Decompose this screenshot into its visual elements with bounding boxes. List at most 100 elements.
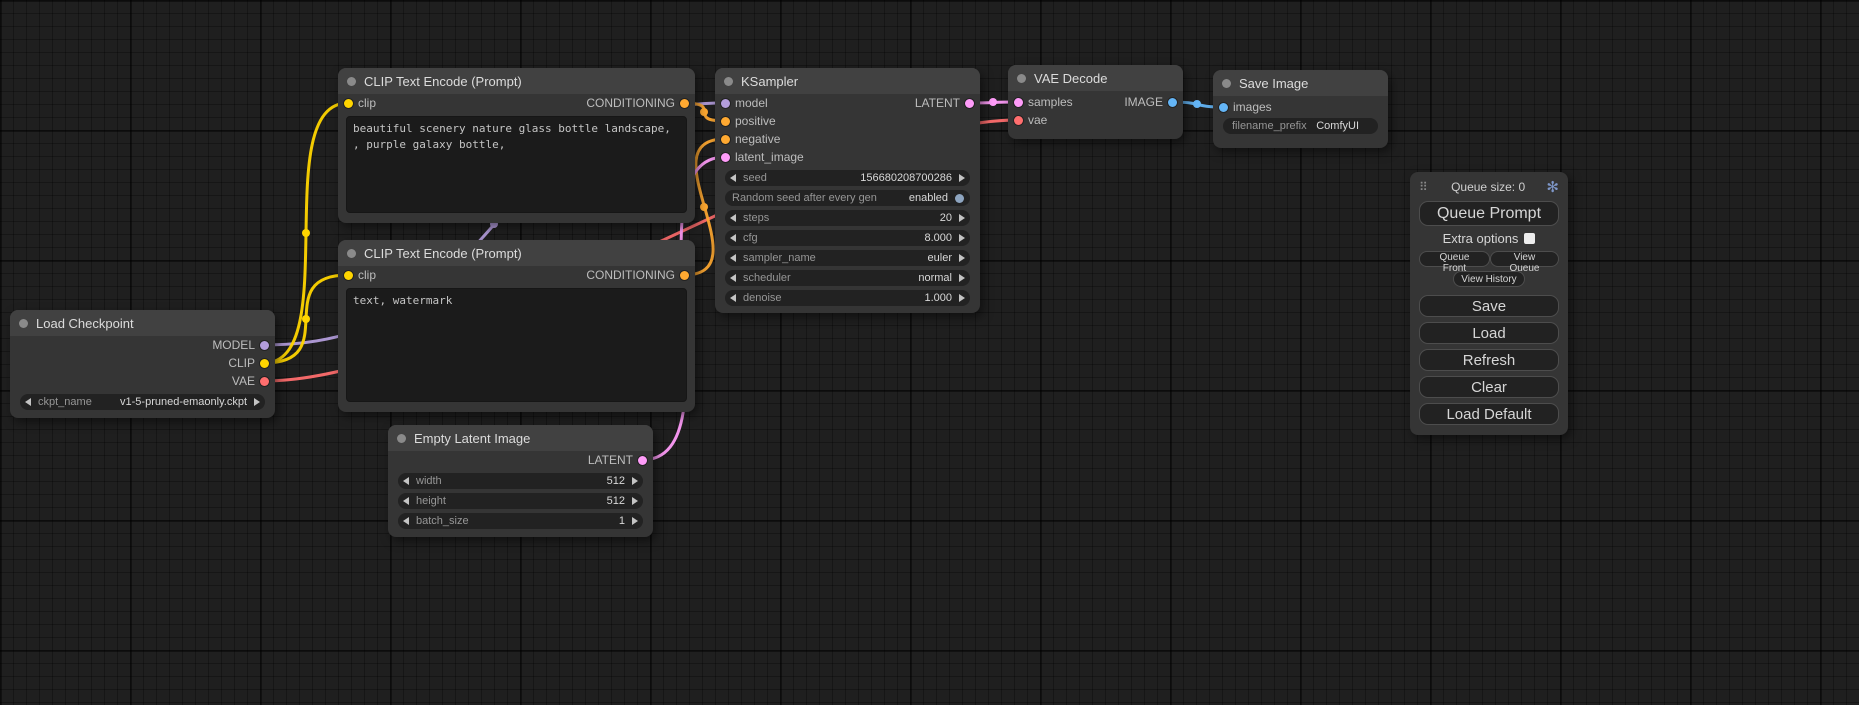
next-arrow-icon[interactable]	[959, 254, 965, 262]
load-button[interactable]: Load	[1419, 322, 1559, 344]
widget-label: steps	[743, 212, 769, 224]
settings-gear-icon[interactable]: ✻	[1546, 178, 1559, 196]
increment-arrow-icon[interactable]	[959, 234, 965, 242]
slot-latent-output[interactable]	[965, 99, 974, 108]
widget-label: scheduler	[743, 272, 791, 284]
negative-prompt-input[interactable]: text, watermark	[346, 288, 687, 402]
clear-button[interactable]: Clear	[1419, 376, 1559, 398]
queue-front-button[interactable]: Queue Front	[1419, 251, 1490, 267]
batch-size-widget[interactable]: batch_size 1	[398, 513, 643, 529]
widget-label: filename_prefix	[1232, 120, 1307, 132]
widget-value: 20	[940, 212, 952, 224]
cfg-widget[interactable]: cfg 8.000	[725, 230, 970, 246]
node-title-bar[interactable]: Load Checkpoint	[10, 310, 275, 336]
decrement-arrow-icon[interactable]	[403, 497, 409, 505]
prev-arrow-icon[interactable]	[730, 254, 736, 262]
slot-clip-input[interactable]	[344, 271, 353, 280]
increment-arrow-icon[interactable]	[632, 477, 638, 485]
collapse-dot-icon[interactable]	[347, 249, 356, 258]
drag-handle-icon[interactable]: ⠿	[1419, 180, 1428, 194]
height-widget[interactable]: height 512	[398, 493, 643, 509]
toggle-dot-icon[interactable]	[955, 194, 964, 203]
increment-arrow-icon[interactable]	[632, 517, 638, 525]
slot-images-input[interactable]	[1219, 103, 1228, 112]
node-clip-text-encode-positive[interactable]: CLIP Text Encode (Prompt) clip CONDITION…	[338, 68, 695, 223]
next-arrow-icon[interactable]	[959, 274, 965, 282]
prev-arrow-icon[interactable]	[25, 398, 31, 406]
collapse-dot-icon[interactable]	[1017, 74, 1026, 83]
node-save-image[interactable]: Save Image images filename_prefix ComfyU…	[1213, 70, 1388, 148]
slot-model-input[interactable]	[721, 99, 730, 108]
slot-vae-output[interactable]	[260, 377, 269, 386]
node-title-bar[interactable]: Save Image	[1213, 70, 1388, 96]
node-title-bar[interactable]: Empty Latent Image	[388, 425, 653, 451]
input-label: latent_image	[735, 150, 804, 164]
random-seed-toggle[interactable]: Random seed after every gen enabled	[725, 190, 970, 206]
width-widget[interactable]: width 512	[398, 473, 643, 489]
refresh-button[interactable]: Refresh	[1419, 349, 1559, 371]
load-default-button[interactable]: Load Default	[1419, 403, 1559, 425]
queue-menu-panel[interactable]: ⠿ Queue size: 0 ✻ Queue Prompt Extra opt…	[1410, 172, 1568, 435]
decrement-arrow-icon[interactable]	[403, 477, 409, 485]
node-vae-decode[interactable]: VAE Decode samples IMAGE vae	[1008, 65, 1183, 139]
node-title-bar[interactable]: CLIP Text Encode (Prompt)	[338, 68, 695, 94]
slot-latent-image-input[interactable]	[721, 153, 730, 162]
node-load-checkpoint[interactable]: Load Checkpoint MODEL CLIP VAE ckpt_name…	[10, 310, 275, 418]
decrement-arrow-icon[interactable]	[730, 234, 736, 242]
decrement-arrow-icon[interactable]	[730, 294, 736, 302]
increment-arrow-icon[interactable]	[959, 214, 965, 222]
decrement-arrow-icon[interactable]	[730, 174, 736, 182]
node-clip-text-encode-negative[interactable]: CLIP Text Encode (Prompt) clip CONDITION…	[338, 240, 695, 412]
steps-widget[interactable]: steps 20	[725, 210, 970, 226]
wire-midpoint-dot	[302, 229, 310, 237]
slot-clip-input[interactable]	[344, 99, 353, 108]
next-arrow-icon[interactable]	[254, 398, 260, 406]
slot-negative-input[interactable]	[721, 135, 730, 144]
node-title-bar[interactable]: CLIP Text Encode (Prompt)	[338, 240, 695, 266]
collapse-dot-icon[interactable]	[724, 77, 733, 86]
collapse-dot-icon[interactable]	[19, 319, 28, 328]
extra-options-checkbox[interactable]	[1524, 233, 1535, 244]
filename-prefix-widget[interactable]: filename_prefix ComfyUI	[1223, 118, 1378, 134]
slot-clip-output[interactable]	[260, 359, 269, 368]
output-label: IMAGE	[1124, 95, 1163, 109]
collapse-dot-icon[interactable]	[347, 77, 356, 86]
slot-positive-input[interactable]	[721, 117, 730, 126]
increment-arrow-icon[interactable]	[959, 294, 965, 302]
node-ksampler[interactable]: KSampler model LATENT positive negative …	[715, 68, 980, 313]
widget-value: 1.000	[924, 292, 952, 304]
prev-arrow-icon[interactable]	[730, 274, 736, 282]
widget-value: 512	[607, 475, 625, 487]
node-empty-latent-image[interactable]: Empty Latent Image LATENT width 512 heig…	[388, 425, 653, 537]
output-label: MODEL	[212, 338, 255, 352]
slot-samples-input[interactable]	[1014, 98, 1023, 107]
slot-vae-input[interactable]	[1014, 116, 1023, 125]
scheduler-widget[interactable]: scheduler normal	[725, 270, 970, 286]
save-button[interactable]: Save	[1419, 295, 1559, 317]
seed-widget[interactable]: seed 156680208700286	[725, 170, 970, 186]
slot-latent-output[interactable]	[638, 456, 647, 465]
queue-prompt-button[interactable]: Queue Prompt	[1419, 201, 1559, 226]
decrement-arrow-icon[interactable]	[403, 517, 409, 525]
decrement-arrow-icon[interactable]	[730, 214, 736, 222]
view-queue-button[interactable]: View Queue	[1490, 251, 1559, 267]
denoise-widget[interactable]: denoise 1.000	[725, 290, 970, 306]
slot-conditioning-output[interactable]	[680, 271, 689, 280]
widget-value: 8.000	[924, 232, 952, 244]
increment-arrow-icon[interactable]	[959, 174, 965, 182]
slot-model-output[interactable]	[260, 341, 269, 350]
collapse-dot-icon[interactable]	[1222, 79, 1231, 88]
slot-conditioning-output[interactable]	[680, 99, 689, 108]
ckpt-name-widget[interactable]: ckpt_name v1-5-pruned-emaonly.ckpt	[20, 394, 265, 410]
collapse-dot-icon[interactable]	[397, 434, 406, 443]
positive-prompt-input[interactable]: beautiful scenery nature glass bottle la…	[346, 116, 687, 213]
node-title-bar[interactable]: VAE Decode	[1008, 65, 1183, 91]
slot-image-output[interactable]	[1168, 98, 1177, 107]
view-history-button[interactable]: View History	[1453, 271, 1524, 287]
increment-arrow-icon[interactable]	[632, 497, 638, 505]
node-title-bar[interactable]: KSampler	[715, 68, 980, 94]
slot-row: vae	[1008, 111, 1183, 129]
sampler-name-widget[interactable]: sampler_name euler	[725, 250, 970, 266]
output-label: CLIP	[228, 356, 255, 370]
widget-value: 156680208700286	[860, 172, 952, 184]
